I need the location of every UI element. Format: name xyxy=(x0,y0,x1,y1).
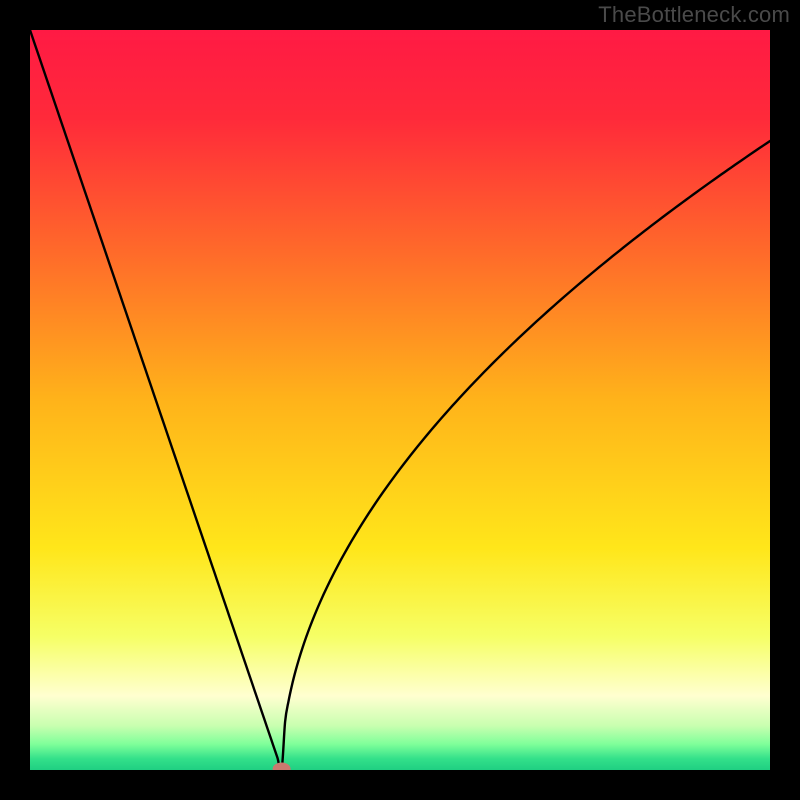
gradient-background xyxy=(30,30,770,770)
watermark-text: TheBottleneck.com xyxy=(598,2,790,28)
chart-container: TheBottleneck.com xyxy=(0,0,800,800)
plot-frame xyxy=(30,30,770,770)
plot-svg xyxy=(30,30,770,770)
